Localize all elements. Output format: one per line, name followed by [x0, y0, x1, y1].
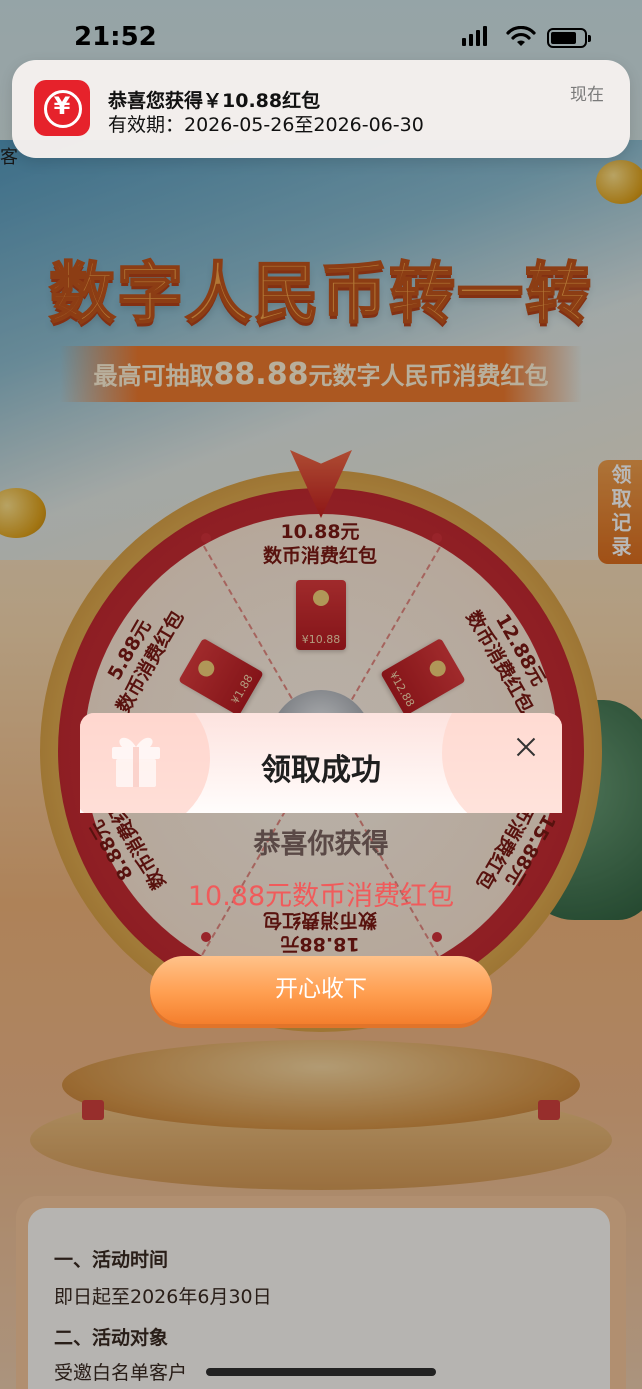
status-time: 21:52 — [74, 22, 157, 52]
modal-overlay[interactable] — [0, 0, 642, 1389]
close-icon[interactable] — [512, 733, 540, 761]
home-indicator[interactable] — [206, 1368, 436, 1376]
dialog-title: 领取成功 — [261, 753, 381, 788]
digital-rmb-app-icon: ¥ — [34, 80, 90, 136]
notification-title: 恭喜您获得￥10.88红包 — [108, 90, 321, 112]
notification-banner[interactable]: ¥ 恭喜您获得￥10.88红包 有效期：2026-05-26至2026-06-3… — [12, 60, 630, 158]
wifi-icon — [506, 26, 536, 46]
prize-won-text: 10.88元数币消费红包 — [187, 881, 455, 912]
notification-body: 有效期：2026-05-26至2026-06-30 — [108, 114, 424, 136]
success-dialog: 领取成功 — [80, 713, 562, 813]
battery-icon — [547, 28, 591, 48]
congrats-text: 恭喜你获得 — [253, 829, 389, 860]
accept-button[interactable]: 开心收下 — [150, 956, 492, 1024]
notification-time: 现在 — [570, 85, 604, 105]
yuan-glyph: ¥ — [53, 92, 71, 120]
